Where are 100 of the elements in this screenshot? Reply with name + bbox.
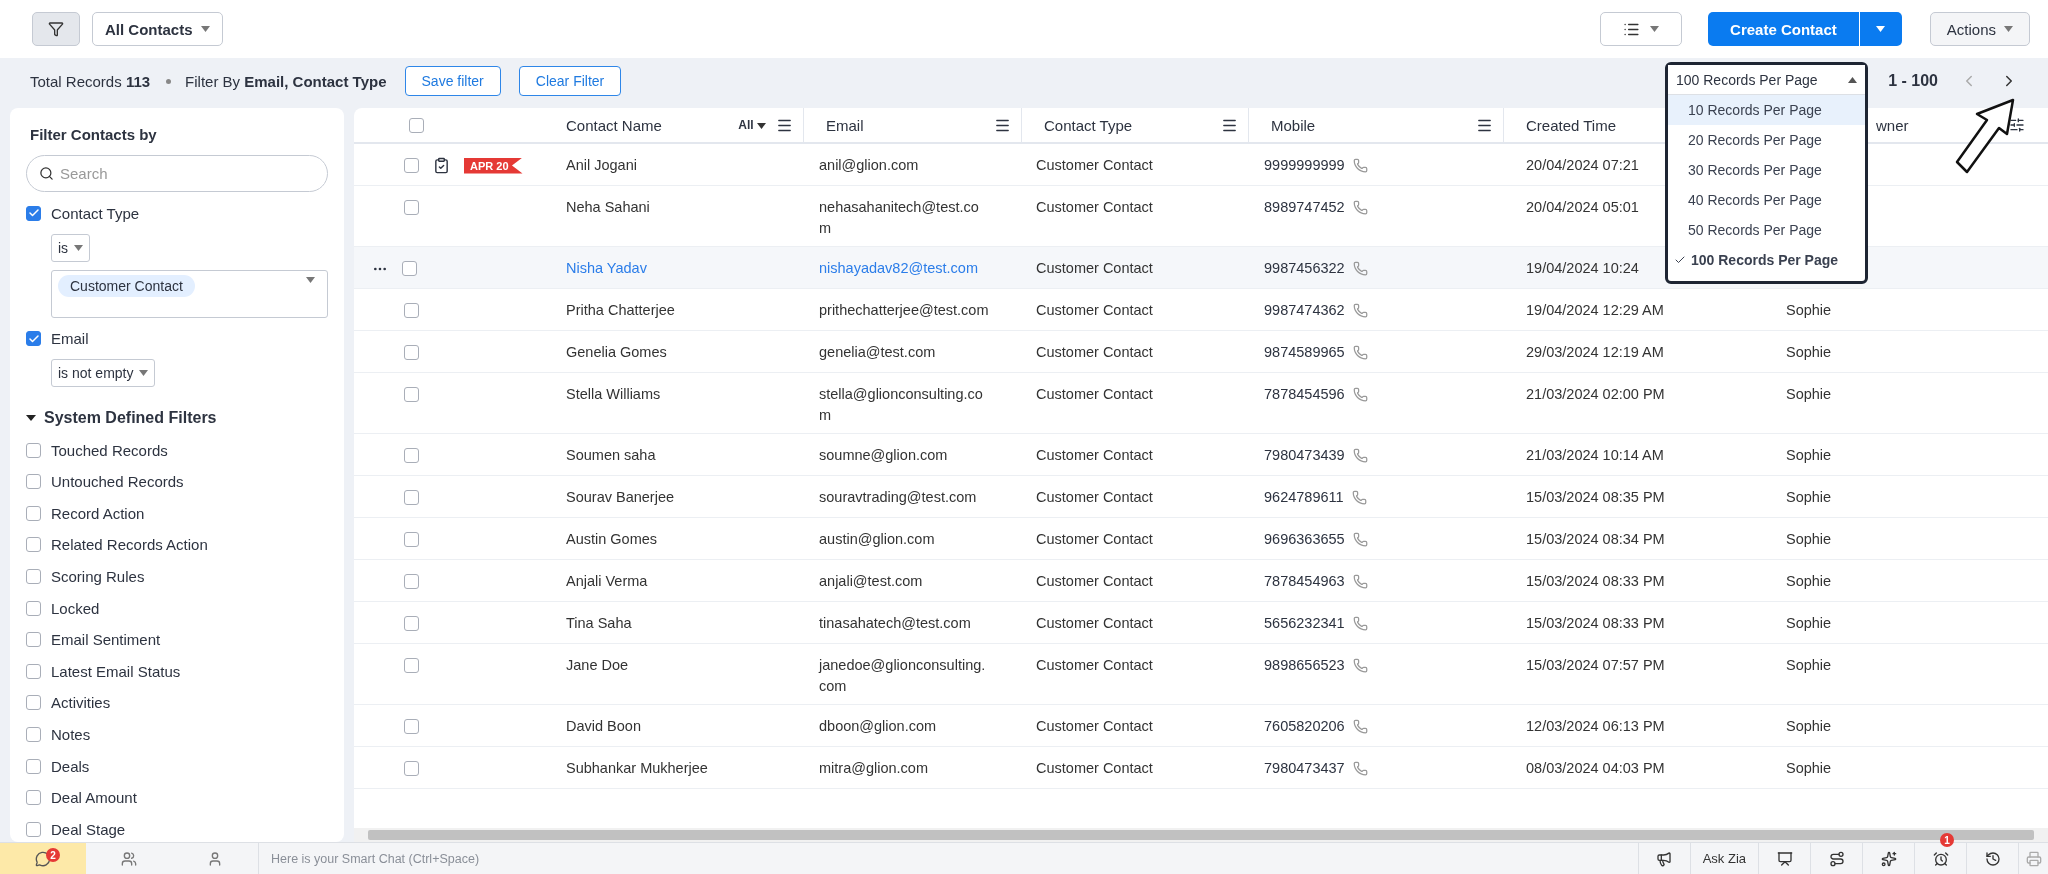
create-contact-button[interactable]: Create Contact xyxy=(1708,12,1860,46)
filter-option: Activities xyxy=(51,694,111,712)
users-icon[interactable] xyxy=(121,850,137,867)
checkbox[interactable] xyxy=(26,474,41,490)
clear-filter-button[interactable]: Clear Filter xyxy=(518,66,622,96)
checkbox[interactable] xyxy=(402,261,417,276)
checkbox[interactable] xyxy=(404,658,419,673)
phone-icon[interactable] xyxy=(1352,261,1368,276)
phone-icon[interactable] xyxy=(1352,158,1368,173)
contact-name[interactable]: Soumen saha xyxy=(544,445,656,466)
contact-name[interactable]: Stella Williams xyxy=(544,384,661,405)
save-filter-button[interactable]: Save filter xyxy=(404,66,501,96)
contact-name[interactable]: Genelia Gomes xyxy=(544,342,667,363)
checkbox[interactable] xyxy=(404,532,419,547)
checkbox[interactable] xyxy=(26,331,41,347)
filter-option: Notes xyxy=(51,725,91,743)
page-range: 1 - 100 xyxy=(1888,72,1938,90)
contact-name[interactable]: Austin Gomes xyxy=(544,529,658,550)
contact-name[interactable]: Anjali Verma xyxy=(544,571,648,592)
phone-icon[interactable] xyxy=(1352,761,1368,776)
phone-icon[interactable] xyxy=(1352,574,1368,589)
name-filter-dropdown[interactable]: All xyxy=(738,118,766,132)
operator-dropdown[interactable]: is not empty xyxy=(51,359,156,388)
checkbox[interactable] xyxy=(404,158,419,173)
contact-name[interactable]: David Boon xyxy=(544,716,641,737)
mobile-cell-text: 7980473437 xyxy=(1264,759,1345,778)
checkbox[interactable] xyxy=(404,387,419,402)
checkbox[interactable] xyxy=(409,117,424,133)
column-header: Mobile xyxy=(1271,116,1316,134)
checkbox[interactable] xyxy=(26,505,41,521)
checkbox[interactable] xyxy=(26,600,41,616)
created-time-cell-text: 21/03/2024 02:00 PM xyxy=(1525,385,1665,404)
phone-icon[interactable] xyxy=(1352,532,1368,547)
phone-icon[interactable] xyxy=(1352,345,1368,360)
checkbox[interactable] xyxy=(404,200,419,215)
checkbox[interactable] xyxy=(404,574,419,589)
task-icon[interactable] xyxy=(433,157,450,174)
filter-option: Locked xyxy=(51,599,100,617)
section-toggle[interactable]: System Defined Filters xyxy=(26,393,328,432)
checkbox[interactable] xyxy=(404,345,419,360)
checkbox[interactable] xyxy=(404,448,419,463)
checkbox[interactable] xyxy=(26,537,41,553)
contact-name[interactable]: Neha Sahani xyxy=(544,197,650,218)
checkbox[interactable] xyxy=(26,726,41,742)
created-time-cell-text: 20/04/2024 07:21 xyxy=(1525,156,1639,175)
contact-name[interactable]: Nisha Yadav xyxy=(544,258,647,279)
value-select[interactable]: Customer Contact xyxy=(51,269,328,318)
checkbox[interactable] xyxy=(26,442,41,458)
mobile-cell-text: 9999999999 xyxy=(1264,156,1345,175)
checkbox[interactable] xyxy=(404,616,419,631)
checkbox[interactable] xyxy=(404,490,419,505)
phone-icon[interactable] xyxy=(1352,616,1368,631)
checkbox[interactable] xyxy=(26,205,41,221)
checkbox[interactable] xyxy=(404,303,419,318)
user-icon[interactable] xyxy=(207,850,223,867)
phone-icon[interactable] xyxy=(1352,448,1368,463)
checkbox[interactable] xyxy=(26,821,41,837)
view-dropdown[interactable]: All Contacts xyxy=(92,12,223,46)
email-cell-text: janedoe@glionconsulting.com xyxy=(817,656,987,696)
checkbox[interactable] xyxy=(404,761,419,776)
checkbox[interactable] xyxy=(26,790,41,806)
owner-cell-text: Sophie xyxy=(1785,656,1832,675)
checkbox[interactable] xyxy=(404,719,419,734)
actions-dropdown[interactable]: Actions xyxy=(1929,12,2030,46)
phone-icon[interactable] xyxy=(1352,200,1368,215)
phone-icon[interactable] xyxy=(1351,490,1367,505)
created-time-cell-text: 29/03/2024 12:19 AM xyxy=(1525,343,1664,362)
phone-icon[interactable] xyxy=(1352,303,1368,318)
mobile-cell-text: 7878454596 xyxy=(1264,385,1345,404)
filter-toggle-button[interactable] xyxy=(32,12,80,46)
total-records: Total Records 113 xyxy=(30,72,151,90)
caret-icon xyxy=(1650,26,1660,32)
per-page-option[interactable]: 10 Records Per Page xyxy=(1668,95,1865,125)
phone-icon[interactable] xyxy=(1352,658,1368,673)
phone-icon[interactable] xyxy=(1352,719,1368,734)
chat-icon[interactable] xyxy=(35,850,51,867)
email-cell-text: anil@glion.com xyxy=(818,156,919,175)
contact-name[interactable]: Sourav Banerjee xyxy=(544,487,674,508)
contact-name[interactable]: Pritha Chatterjee xyxy=(544,300,675,321)
contact-name[interactable]: Subhankar Mukherjee xyxy=(544,758,708,779)
view-mode-button[interactable] xyxy=(1600,12,1683,46)
checkbox[interactable] xyxy=(26,569,41,585)
created-time-cell-text: 15/03/2024 08:35 PM xyxy=(1525,488,1665,507)
checkbox[interactable] xyxy=(26,663,41,679)
contact-name[interactable]: Tina Saha xyxy=(544,613,632,634)
records-per-page-dropdown[interactable]: 100 Records Per Page xyxy=(1668,65,1865,95)
contact-name[interactable]: Anil Jogani xyxy=(544,155,637,176)
email-cell-text: mitra@glion.com xyxy=(818,759,928,778)
checkbox[interactable] xyxy=(26,695,41,711)
column-settings-icon[interactable] xyxy=(2009,117,2025,133)
contact-name[interactable]: Jane Doe xyxy=(544,655,629,676)
checkbox[interactable] xyxy=(26,632,41,648)
email-cell-text: genelia@test.com xyxy=(818,343,936,362)
filter-option: Record Action xyxy=(51,504,145,522)
checkbox[interactable] xyxy=(26,758,41,774)
operator-dropdown[interactable]: is xyxy=(51,233,91,262)
mobile-cell-text: 9987474362 xyxy=(1264,301,1345,320)
create-options-button[interactable] xyxy=(1859,12,1902,46)
ask-zia-button[interactable]: Ask Zia xyxy=(1689,843,1758,874)
phone-icon[interactable] xyxy=(1352,387,1368,402)
